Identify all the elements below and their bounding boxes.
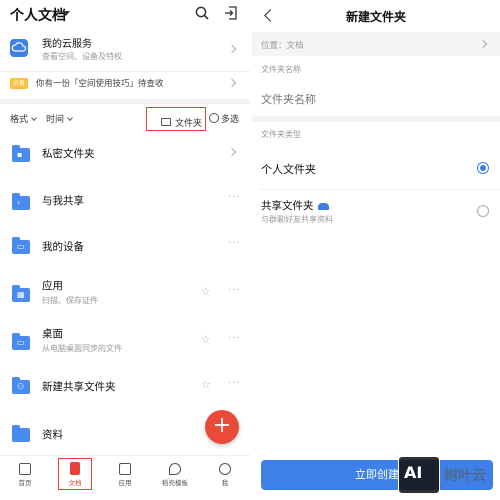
search-icon[interactable] [195,6,209,20]
grid-icon [119,463,131,475]
chevron-down-icon[interactable] [62,11,70,16]
shared-folder-option[interactable]: 共享文件夹 [261,198,329,213]
new-folder-button[interactable]: 文件夹 [146,107,206,131]
page-title[interactable]: 个人文档 [10,5,66,25]
tab-documents[interactable]: 文档 [58,458,92,490]
user-icon [219,463,231,475]
list-item-title: 新建共享文件夹 [42,381,116,393]
home-icon [19,463,31,475]
chevron-right-icon [227,78,237,88]
documents-header: 个人文档 [0,0,250,28]
list-item[interactable]: ▦ 应用 扫描、保存证件 ☆ ··· [0,270,250,316]
folder-name-label: 文件夹名称 [261,65,301,74]
list-item-title: 我的设备 [42,241,84,253]
folder-type-label: 文件夹类型 [261,130,301,139]
list-item-title: 资料 [42,429,63,441]
location-row[interactable]: 位置：文档 [252,32,500,56]
bottom-tabbar: 首页 文档 应用 稻壳模板 我 [0,455,250,500]
list-item-title: 应用 [42,280,63,292]
chevron-right-icon [227,147,237,157]
section-gap [252,116,500,122]
cloud-icon [10,39,28,57]
shared-folder-description: 与群聊好友共享资料 [261,215,333,224]
list-item[interactable]: ▭ 我的设备 ··· [0,224,250,270]
watermark-text: 树叶云 [444,468,486,484]
tip-text: 你有一份「空间使用技巧」待查收 [36,79,164,89]
device-icon: ▭ [12,237,30,254]
tab-me[interactable]: 我 [205,460,245,487]
cloud-service-subtitle: 查看空间、设备及特权 [42,52,122,61]
shared-folder-radio[interactable] [477,205,489,217]
chevron-right-icon [227,44,237,54]
more-icon[interactable]: ··· [228,285,241,296]
cloud-service-row[interactable]: 我的云服务 查看空间、设备及特权 [0,30,250,70]
tab-label: 应用 [118,479,132,487]
time-sort-label: 时间 [46,115,65,125]
new-folder-label: 文件夹 [175,119,203,129]
leaf-icon [169,463,181,475]
tab-label: 首页 [18,479,32,487]
list-item[interactable]: ⚇ 新建共享文件夹 ☆ ··· [0,364,250,410]
more-icon[interactable]: ··· [228,238,241,249]
tab-label: 我 [221,479,229,487]
people-icon [317,202,329,210]
more-icon[interactable]: ··· [228,192,241,203]
personal-folder-option[interactable]: 个人文件夹 [261,161,316,177]
folder-name-input[interactable] [261,93,481,106]
list-item-title: 私密文件夹 [42,148,95,160]
list-item-title: 桌面 [42,328,63,340]
list-item-subtitle: 扫描、保存证件 [42,296,98,305]
chevron-right-icon [478,39,488,49]
location-text: 位置：文档 [261,41,304,51]
cloud-service-title: 我的云服务 [42,39,92,50]
shared-folder-icon: ⚇ [12,377,30,394]
list-item[interactable]: ▭ 桌面 从电脑桌面同步的文件 ☆ ··· [0,318,250,364]
folder-plus-icon [161,118,171,126]
shared-folder-label: 共享文件夹 [261,200,314,212]
sort-toolbar: 格式 时间 文件夹 多选 [0,104,250,132]
tab-apps[interactable]: 应用 [105,460,145,487]
tip-row[interactable]: 必备 你有一份「空间使用技巧」待查收 [0,72,250,96]
watermark-badge: AI [398,456,440,494]
tab-label: 文档 [68,479,82,487]
lock-icon: ▪ [12,145,30,162]
list-item[interactable]: ▪ 私密文件夹 [0,132,250,178]
star-icon[interactable]: ☆ [201,333,211,346]
format-filter[interactable]: 格式 [10,112,37,125]
watermark-logo: AI 树叶云 [398,452,500,500]
format-filter-label: 格式 [10,115,29,125]
chevron-down-icon [67,115,73,121]
chevron-down-icon [31,115,37,121]
page-title: 新建文件夹 [345,10,406,24]
multi-select-button[interactable]: 多选 [221,112,239,125]
tab-templates[interactable]: 稻壳模板 [155,460,195,487]
star-icon[interactable]: ☆ [201,285,211,298]
more-icon[interactable]: ··· [228,333,241,344]
tip-badge: 必备 [10,78,28,89]
apps-icon: ▦ [12,285,30,302]
more-icon[interactable]: ··· [228,378,241,389]
document-icon [70,462,80,475]
time-sort[interactable]: 时间 [46,112,73,125]
desktop-icon: ▭ [12,333,30,350]
watermark-ai-text: AI [404,463,423,482]
personal-folder-radio[interactable] [477,162,489,174]
tab-home[interactable]: 首页 [5,460,45,487]
share-icon: ‹ [12,193,30,210]
list-item-title: 与我共享 [42,195,84,207]
divider [261,189,500,190]
list-item-subtitle: 从电脑桌面同步的文件 [42,344,122,353]
new-folder-panel: 新建文件夹 位置：文档 文件夹名称 文件夹类型 个人文件夹 共享文件夹 与群聊好… [252,0,500,500]
documents-panel: 个人文档 我的云服务 查看空间、设备及特权 必备 你有一份「空间使用技巧」待查收… [0,0,250,500]
add-fab-button[interactable]: + [205,410,239,444]
import-icon[interactable] [224,6,238,20]
star-icon[interactable]: ☆ [201,378,211,391]
tab-label: 稻壳模板 [162,479,188,487]
folder-icon [12,425,30,442]
check-circle-icon[interactable] [209,113,219,123]
list-item[interactable]: ‹ 与我共享 ··· [0,178,250,224]
